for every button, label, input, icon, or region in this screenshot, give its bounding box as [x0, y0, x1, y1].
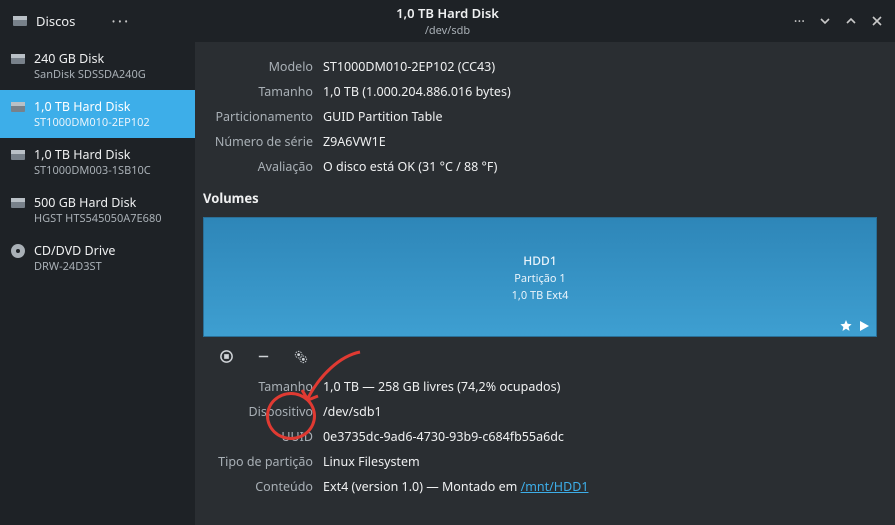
- volume-sub2: 1,0 TB Ext4: [512, 288, 569, 303]
- optical-icon: [10, 243, 26, 259]
- value-particionamento: GUID Partition Table: [323, 108, 877, 125]
- vvalue-tamanho: 1,0 TB — 258 GB livres (74,2% ocupados): [323, 378, 877, 395]
- volume-bar[interactable]: HDD1 Partição 1 1,0 TB Ext4: [203, 217, 877, 337]
- disk-info: Modelo ST1000DM010-2EP102 (CC43) Tamanho…: [203, 58, 877, 175]
- vlabel-conteudo: Conteúdo: [203, 478, 313, 495]
- sidebar-title: CD/DVD Drive: [34, 242, 115, 259]
- drive-menu-button[interactable]: ···: [794, 12, 805, 31]
- content: Modelo ST1000DM010-2EP102 (CC43) Tamanho…: [195, 42, 895, 525]
- vvalue-dispositivo: /dev/sdb1: [323, 403, 877, 420]
- label-particionamento: Particionamento: [203, 108, 313, 125]
- titlebar: Discos ··· 1,0 TB Hard Disk /dev/sdb ···: [0, 0, 895, 42]
- label-serie: Número de série: [203, 133, 313, 150]
- harddisk-icon: [10, 99, 26, 115]
- app-icon: [12, 13, 28, 29]
- vlabel-uuid: UUID: [203, 428, 313, 445]
- harddisk-icon: [10, 147, 26, 163]
- vvalue-tipo: Linux Filesystem: [323, 453, 877, 470]
- value-modelo: ST1000DM010-2EP102 (CC43): [323, 58, 877, 75]
- label-tamanho: Tamanho: [203, 83, 313, 100]
- sidebar-item-1[interactable]: 1,0 TB Hard DiskST1000DM010-2EP102: [0, 90, 195, 138]
- star-icon: [840, 320, 852, 332]
- vvalue-uuid: 0e3735dc-9ad6-4730-93b9-c684fb55a6dc: [323, 428, 877, 445]
- sidebar-item-2[interactable]: 1,0 TB Hard DiskST1000DM003-1SB10C: [0, 138, 195, 186]
- sidebar-item-4[interactable]: CD/DVD DriveDRW-24D3ST: [0, 234, 195, 282]
- sidebar-title: 240 GB Disk: [34, 50, 146, 67]
- volumes-heading: Volumes: [203, 189, 877, 207]
- sidebar-sub: SanDisk SDSSDA240G: [34, 67, 146, 82]
- unmount-button[interactable]: [219, 349, 234, 368]
- vlabel-tamanho: Tamanho: [203, 378, 313, 395]
- sidebar-sub: DRW-24D3ST: [34, 259, 115, 274]
- device-sidebar: 240 GB DiskSanDisk SDSSDA240G1,0 TB Hard…: [0, 42, 195, 525]
- sidebar-sub: ST1000DM003-1SB10C: [34, 163, 151, 178]
- value-avaliacao: O disco está OK (31 °C / 88 °F): [323, 158, 877, 175]
- conteudo-text: Ext4 (version 1.0) — Montado em: [323, 478, 521, 495]
- play-icon: [858, 320, 870, 332]
- close-button[interactable]: [871, 15, 883, 27]
- sidebar-sub: ST1000DM010-2EP102: [34, 115, 150, 130]
- volume-name: HDD1: [523, 252, 556, 269]
- label-avaliacao: Avaliação: [203, 158, 313, 175]
- sidebar-title: 1,0 TB Hard Disk: [34, 98, 150, 115]
- sidebar-title: 1,0 TB Hard Disk: [34, 146, 151, 163]
- mount-point-link[interactable]: /mnt/HDD1: [521, 478, 589, 495]
- value-serie: Z9A6VW1E: [323, 133, 877, 150]
- harddisk-icon: [10, 195, 26, 211]
- annotation-arrow: [300, 350, 370, 410]
- minimize-button[interactable]: [819, 15, 831, 27]
- value-tamanho: 1,0 TB (1.000.204.886.016 bytes): [323, 83, 877, 100]
- vvalue-conteudo: Ext4 (version 1.0) — Montado em /mnt/HDD…: [323, 478, 877, 495]
- app-name: Discos: [36, 12, 75, 30]
- vlabel-tipo: Tipo de partição: [203, 453, 313, 470]
- sidebar-item-0[interactable]: 240 GB DiskSanDisk SDSSDA240G: [0, 42, 195, 90]
- vlabel-dispositivo: Dispositivo: [203, 403, 313, 420]
- delete-partition-button[interactable]: [256, 349, 271, 368]
- app-menu-button[interactable]: ···: [111, 10, 130, 32]
- volume-sub1: Partição 1: [514, 271, 565, 286]
- harddisk-icon: [10, 51, 26, 67]
- sidebar-sub: HGST HTS545050A7E680: [34, 211, 162, 226]
- sidebar-item-3[interactable]: 500 GB Hard DiskHGST HTS545050A7E680: [0, 186, 195, 234]
- maximize-button[interactable]: [845, 15, 857, 27]
- label-modelo: Modelo: [203, 58, 313, 75]
- sidebar-title: 500 GB Hard Disk: [34, 194, 162, 211]
- window-title: 1,0 TB Hard Disk: [0, 4, 895, 22]
- window-subtitle: /dev/sdb: [0, 23, 895, 38]
